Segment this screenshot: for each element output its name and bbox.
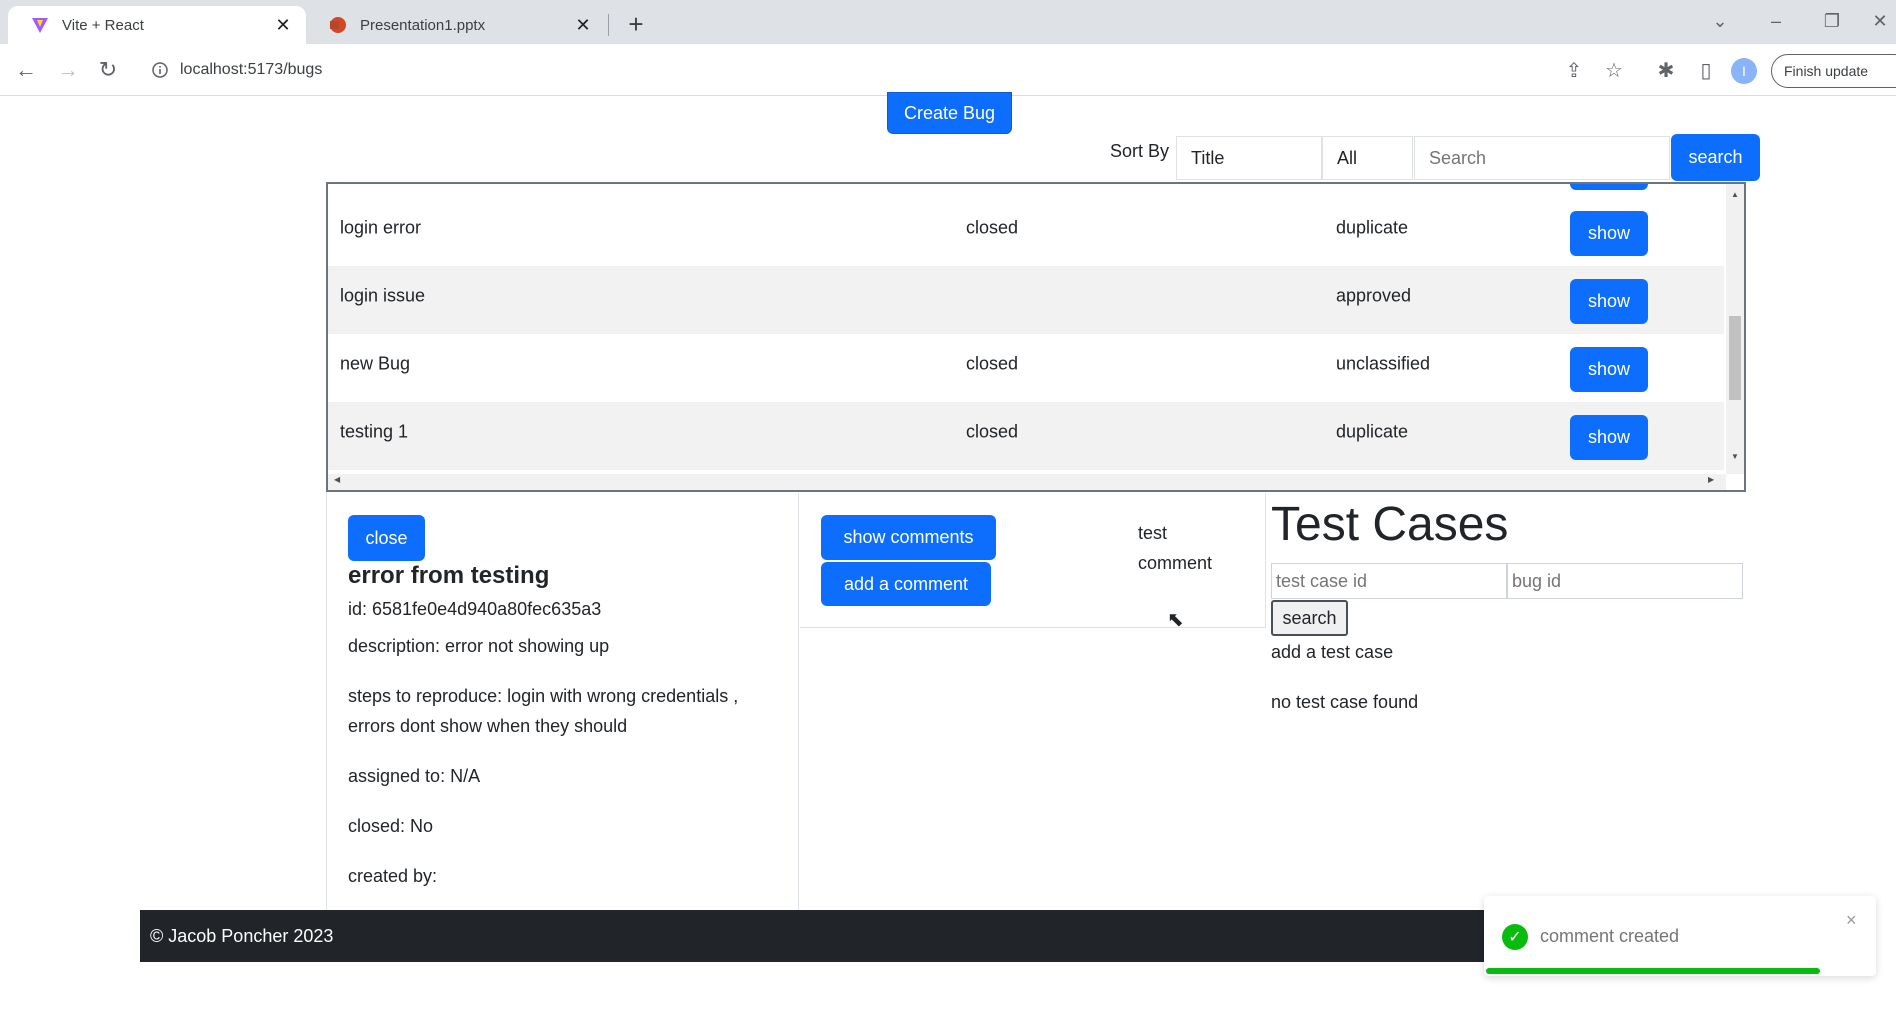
success-check-icon: ✓ — [1502, 924, 1528, 950]
address-bar[interactable]: localhost:5173/bugs — [138, 52, 1558, 88]
table-row: new Bug closed unclassified show — [328, 334, 1724, 402]
back-icon[interactable]: ← — [10, 54, 42, 86]
bug-title-cell: new Bug — [340, 353, 411, 374]
no-test-case-text: no test case found — [1271, 692, 1419, 712]
bug-classification-cell: duplicate — [1336, 217, 1409, 238]
test-cases-heading: Test Cases — [1271, 498, 1509, 551]
reload-icon[interactable]: ↻ — [92, 54, 124, 86]
bug-assigned: assigned to: N/A — [348, 766, 481, 786]
restore-icon[interactable]: ❐ — [1810, 6, 1854, 36]
show-button[interactable]: show — [1570, 211, 1648, 256]
scroll-up-icon[interactable]: ▲ — [1731, 190, 1739, 199]
powerpoint-icon — [328, 15, 348, 35]
bug-status-cell: closed — [966, 217, 1019, 238]
sort-by-label: Sort By — [1110, 141, 1170, 161]
bug-classification-cell: unclassified — [1336, 353, 1431, 374]
browser-tabstrip: Vite + React ✕ Presentation1.pptx ✕ + ⌄ … — [0, 0, 1896, 44]
close-icon[interactable]: ✕ — [272, 14, 294, 36]
bug-table[interactable]: login error closed duplicate show login … — [326, 182, 1746, 492]
vertical-scrollbar[interactable]: ▲ ▼ — [1726, 184, 1744, 474]
horizontal-scrollbar[interactable]: ◀ ▶ — [328, 474, 1726, 490]
profile-avatar[interactable]: I — [1731, 58, 1757, 84]
bug-title-cell: login issue — [340, 285, 426, 306]
tab-divider — [608, 14, 609, 36]
tab-presentation[interactable]: Presentation1.pptx ✕ — [306, 6, 606, 44]
scrollbar-thumb[interactable] — [1729, 316, 1741, 400]
star-icon[interactable]: ☆ — [1600, 56, 1628, 84]
bug-title-cell: login error — [340, 217, 422, 238]
close-icon[interactable]: ✕ — [572, 14, 594, 36]
toast-close-icon[interactable]: × — [1846, 910, 1857, 931]
comment-item: test comment — [1138, 523, 1213, 573]
create-bug-button[interactable]: Create Bug — [887, 92, 1012, 134]
info-icon[interactable] — [150, 60, 170, 80]
bug-detail-title: error from testing — [348, 562, 550, 589]
mouse-cursor-icon: ⬉ — [1167, 609, 1184, 631]
toast-progress-bar — [1486, 968, 1820, 974]
toast-notification[interactable]: ✓ comment created × — [1484, 896, 1876, 976]
test-case-id-input[interactable] — [1271, 563, 1507, 599]
tab-vite-react[interactable]: Vite + React ✕ — [8, 6, 306, 44]
bug-id: id: 6581fe0e4d940a80fec635a3 — [348, 599, 602, 619]
show-button[interactable] — [1570, 184, 1648, 190]
bug-id-input[interactable] — [1507, 563, 1743, 599]
table-row: login error closed duplicate show — [328, 198, 1724, 266]
show-comments-button[interactable]: show comments — [821, 515, 996, 560]
sidepanel-icon[interactable]: ▯ — [1692, 56, 1720, 84]
toast-message: comment created — [1540, 926, 1680, 946]
test-case-search-button[interactable]: search — [1271, 600, 1348, 636]
show-button[interactable]: show — [1570, 415, 1648, 460]
add-comment-button[interactable]: add a comment — [821, 562, 991, 606]
scroll-right-icon[interactable]: ▶ — [1708, 475, 1714, 484]
close-button[interactable]: close — [348, 515, 425, 561]
vite-icon — [30, 15, 50, 35]
url-text: localhost:5173/bugs — [180, 61, 323, 78]
table-row: login issue approved show — [328, 266, 1724, 334]
bug-description: description: error not showing up — [348, 636, 610, 656]
show-button[interactable]: show — [1570, 347, 1648, 392]
bug-status-cell: closed — [966, 353, 1019, 374]
new-tab-button[interactable]: + — [620, 9, 652, 39]
bug-title-cell: testing 1 — [340, 421, 409, 442]
tab-title: Presentation1.pptx — [360, 16, 486, 34]
add-test-case-link[interactable]: add a test case — [1271, 642, 1393, 663]
table-row: testing 1 closed duplicate show — [328, 402, 1724, 470]
tab-title: Vite + React — [62, 16, 144, 34]
scroll-left-icon[interactable]: ◀ — [334, 475, 340, 484]
footer-copyright: © Jacob Poncher 2023 — [150, 925, 334, 946]
scroll-down-icon[interactable]: ▼ — [1731, 452, 1739, 461]
share-icon[interactable]: ⇪ — [1560, 56, 1588, 84]
bug-steps: steps to reproduce: login with wrong cre… — [348, 686, 739, 736]
show-button[interactable]: show — [1570, 279, 1648, 324]
sort-select[interactable]: Title — [1176, 136, 1322, 180]
search-button[interactable]: search — [1671, 134, 1760, 181]
filter-select[interactable]: All — [1322, 136, 1413, 180]
chevron-down-icon[interactable]: ⌄ — [1698, 6, 1742, 36]
minimize-icon[interactable]: – — [1754, 6, 1798, 36]
search-input[interactable] — [1414, 136, 1670, 180]
bug-status-cell: closed — [966, 421, 1019, 442]
bug-closed: closed: No — [348, 816, 434, 836]
window-close-icon[interactable]: ✕ — [1858, 6, 1896, 36]
finish-update-button[interactable]: Finish update — [1771, 54, 1896, 88]
extensions-icon[interactable]: ✱ — [1652, 56, 1680, 84]
bug-classification-cell: duplicate — [1336, 421, 1409, 442]
bug-created-by: created by: — [348, 866, 438, 886]
browser-toolbar: ← → ↻ localhost:5173/bugs ⇪ ☆ ✱ ▯ I Fini… — [0, 44, 1896, 96]
forward-icon[interactable]: → — [52, 54, 84, 86]
bug-classification-cell: approved — [1336, 285, 1412, 306]
